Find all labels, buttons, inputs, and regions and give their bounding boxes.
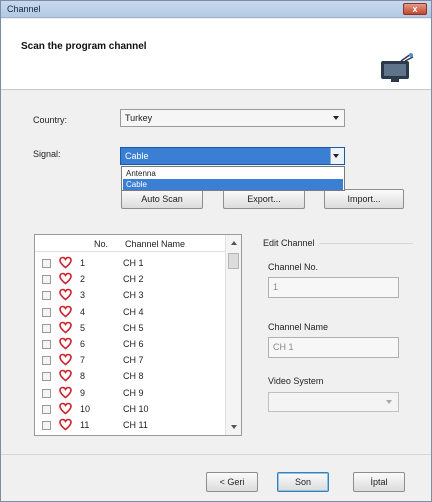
channel-list[interactable]: No. Channel Name 1 CH 1 2 CH 2 3 CH 3 4 CH 4 5 CH… (34, 234, 242, 436)
channel-number: 6 (80, 339, 86, 349)
chevron-down-icon (386, 400, 392, 404)
row-checkbox[interactable] (42, 404, 51, 414)
channel-name: CH 10 (123, 403, 149, 414)
row-checkbox[interactable] (42, 323, 51, 333)
row-checkbox[interactable] (42, 291, 51, 301)
back-button[interactable]: < Geri (206, 472, 258, 492)
channel-number: 3 (80, 290, 86, 301)
tv-antenna-icon (381, 53, 414, 82)
favorite-heart-icon[interactable] (59, 402, 72, 415)
channel-number: 5 (80, 322, 86, 333)
finish-button[interactable]: Son (277, 472, 329, 492)
channel-no-field[interactable]: 1 (268, 277, 399, 298)
row-checkbox[interactable] (42, 356, 51, 366)
title-bar: Channel x (1, 1, 431, 18)
channel-dialog: Channel x Scan the program channel Count… (0, 0, 432, 502)
edit-channel-group-label: Edit Channel (263, 238, 315, 248)
page-heading: Scan the program channel (21, 41, 147, 52)
row-checkbox[interactable] (42, 340, 51, 349)
favorite-heart-icon[interactable] (59, 321, 72, 334)
favorite-heart-icon[interactable] (59, 369, 72, 382)
signal-label: Signal: (33, 149, 61, 159)
scroll-up-icon[interactable] (231, 241, 237, 245)
cancel-button[interactable]: İptal (353, 472, 405, 492)
table-row[interactable]: 4 CH 4 (35, 305, 225, 319)
channel-name: CH 9 (123, 387, 144, 398)
wizard-footer: < Geri Son İptal (1, 454, 431, 501)
table-row[interactable]: 1 CH 1 (35, 256, 225, 270)
channel-name: CH 7 (123, 355, 144, 366)
table-row[interactable]: 8 CH 8 (35, 369, 225, 383)
window-title: Channel (7, 4, 41, 14)
channel-number: 9 (80, 387, 86, 398)
group-divider (319, 243, 413, 244)
import-button[interactable]: Import... (324, 189, 404, 209)
export-button[interactable]: Export... (223, 189, 305, 209)
table-row[interactable]: 7 CH 7 (35, 353, 225, 367)
channel-number: 11 (80, 420, 90, 430)
country-label: Country: (33, 115, 68, 125)
video-system-label: Video System (268, 376, 324, 386)
favorite-heart-icon[interactable] (59, 337, 72, 350)
auto-scan-button[interactable]: Auto Scan (121, 189, 203, 209)
table-row[interactable]: 3 CH 3 (35, 288, 225, 302)
channel-name: CH 3 (123, 290, 144, 301)
row-checkbox[interactable] (42, 275, 51, 285)
column-header-channel-name[interactable]: Channel Name (125, 239, 185, 249)
table-row[interactable]: 2 CH 2 (35, 272, 225, 286)
scroll-thumb[interactable] (228, 253, 239, 269)
table-row[interactable]: 6 CH 6 (35, 337, 225, 351)
table-row[interactable]: 5 CH 5 (35, 321, 225, 335)
signal-dropdown-list: Antenna Cable (121, 166, 345, 191)
signal-value: Cable (125, 151, 149, 161)
row-checkbox[interactable] (42, 421, 51, 430)
channel-number: 8 (80, 371, 86, 382)
channel-name: CH 2 (123, 274, 144, 285)
row-checkbox[interactable] (42, 388, 51, 398)
favorite-heart-icon[interactable] (59, 386, 72, 399)
signal-select[interactable]: Cable (120, 147, 345, 165)
wizard-header: Scan the program channel (1, 19, 431, 90)
channel-number: 10 (80, 403, 91, 414)
table-row[interactable]: 9 CH 9 (35, 386, 225, 400)
channel-name: CH 6 (123, 339, 144, 349)
channel-name-field[interactable]: CH 1 (268, 337, 399, 358)
channel-name: CH 8 (123, 371, 144, 382)
table-row[interactable]: 10 CH 10 (35, 402, 225, 416)
channel-name: CH 5 (123, 322, 144, 333)
chevron-down-icon (333, 154, 339, 158)
column-header-no[interactable]: No. (94, 239, 108, 249)
channel-list-header: No. Channel Name (35, 235, 225, 252)
signal-option-antenna[interactable]: Antenna (123, 168, 343, 179)
channel-name: CH 1 (123, 258, 144, 268)
country-value: Turkey (125, 113, 153, 123)
scroll-down-icon[interactable] (231, 425, 237, 429)
close-button[interactable]: x (403, 3, 427, 15)
video-system-select[interactable] (268, 392, 399, 412)
channel-name: CH 4 (123, 306, 144, 317)
favorite-heart-icon[interactable] (59, 353, 72, 366)
signal-option-cable[interactable]: Cable (123, 179, 343, 190)
country-select[interactable]: Turkey (120, 109, 345, 127)
channel-number: 7 (80, 355, 86, 366)
channel-number: 4 (80, 306, 86, 317)
table-row[interactable]: 11 CH 11 (35, 418, 225, 432)
channel-name-label: Channel Name (268, 322, 329, 332)
favorite-heart-icon[interactable] (59, 272, 72, 285)
favorite-heart-icon[interactable] (59, 305, 72, 318)
favorite-heart-icon[interactable] (59, 256, 72, 269)
channel-list-scrollbar[interactable] (225, 235, 241, 435)
row-checkbox[interactable] (42, 372, 51, 382)
row-checkbox[interactable] (42, 307, 51, 317)
chevron-down-icon (333, 116, 339, 120)
close-icon: x (412, 4, 418, 14)
favorite-heart-icon[interactable] (59, 288, 72, 301)
channel-number: 2 (80, 274, 86, 285)
channel-number: 1 (80, 258, 86, 268)
channel-name: CH 11 (123, 420, 148, 430)
channel-no-label: Channel No. (268, 262, 319, 272)
favorite-heart-icon[interactable] (59, 418, 72, 431)
row-checkbox[interactable] (42, 259, 51, 268)
